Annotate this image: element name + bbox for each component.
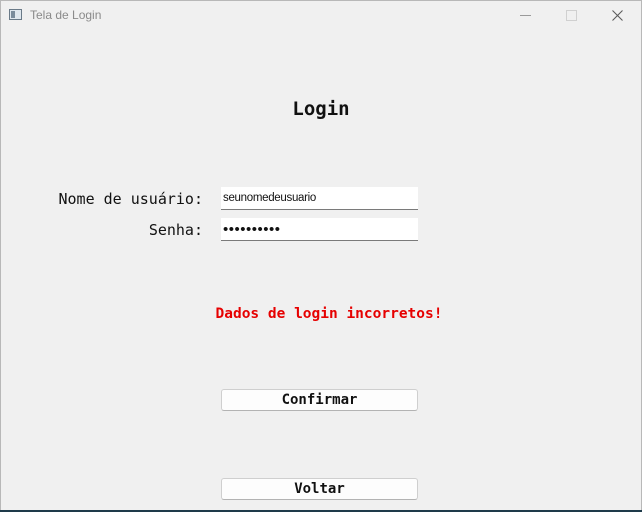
confirm-button[interactable]: Confirmar [221, 389, 418, 411]
password-field[interactable] [221, 218, 418, 241]
minimize-button[interactable] [503, 1, 549, 31]
window-title: Tela de Login [30, 8, 102, 22]
close-icon [612, 10, 623, 21]
title-bar[interactable]: Tela de Login [1, 1, 641, 31]
username-label: Nome de usuário: [58, 190, 204, 208]
maximize-icon [566, 10, 577, 21]
login-window: Tela de Login Login Nome de usuário: Sen… [0, 0, 642, 512]
close-button[interactable] [595, 1, 641, 31]
page-title: Login [292, 98, 350, 120]
minimize-icon [520, 15, 531, 16]
app-window-icon [9, 9, 22, 20]
back-button[interactable]: Voltar [221, 478, 418, 500]
username-field[interactable] [221, 187, 418, 210]
maximize-button[interactable] [549, 1, 595, 31]
password-label: Senha: [148, 221, 203, 239]
error-message: Dados de login incorretos! [215, 306, 443, 322]
